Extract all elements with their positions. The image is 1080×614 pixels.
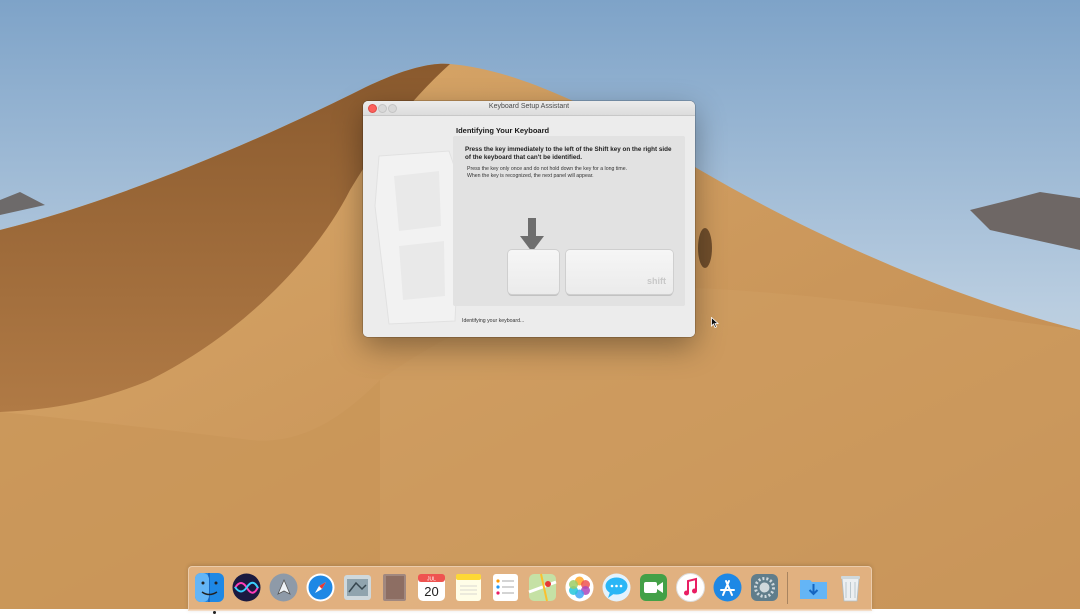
shift-key: shift (566, 250, 673, 294)
messages-icon[interactable] (601, 572, 632, 603)
itunes-icon[interactable] (675, 572, 706, 603)
siri-icon[interactable] (231, 572, 262, 603)
keyboard-illustration-icon (374, 150, 462, 325)
calendar-icon[interactable]: JUL 20 (416, 572, 447, 603)
reminders-icon[interactable] (490, 572, 521, 603)
window-content: Identifying Your Keyboard Press the key … (363, 116, 695, 337)
key-to-press (508, 250, 559, 294)
calendar-day: 20 (424, 584, 438, 599)
detail-line-2: When the key is recognized, the next pan… (467, 172, 594, 179)
page-heading: Identifying Your Keyboard (456, 126, 550, 135)
trash-icon[interactable] (835, 572, 866, 603)
window-title: Keyboard Setup Assistant (488, 103, 570, 110)
launchpad-icon[interactable] (268, 572, 299, 603)
maps-icon[interactable] (527, 572, 558, 603)
safari-icon[interactable] (305, 572, 336, 603)
instruction-text: Press the key immediately to the left of… (465, 146, 672, 161)
app-store-icon[interactable] (712, 572, 743, 603)
window-titlebar[interactable]: Keyboard Setup Assistant (363, 101, 695, 116)
facetime-icon[interactable] (638, 572, 669, 603)
system-preferences-icon[interactable] (749, 572, 780, 603)
dock: JUL 20 (188, 566, 872, 614)
status-text: Identifying your keyboard... (462, 318, 525, 324)
mouse-cursor-icon (711, 317, 719, 328)
photos-icon[interactable] (564, 572, 595, 603)
finder-icon[interactable] (194, 572, 225, 614)
contacts-icon[interactable] (379, 572, 410, 603)
notes-icon[interactable] (453, 572, 484, 603)
shift-key-label: shift (647, 276, 666, 286)
detail-text: Press the key only once and do not hold … (467, 166, 681, 179)
instruction-panel: Press the key immediately to the left of… (453, 136, 685, 306)
keyboard-setup-window: Keyboard Setup Assistant Identifying You… (363, 101, 695, 337)
downloads-icon[interactable] (798, 572, 829, 603)
mail-icon[interactable] (342, 572, 373, 603)
calendar-month: JUL (427, 577, 436, 583)
dock-separator (787, 572, 788, 604)
